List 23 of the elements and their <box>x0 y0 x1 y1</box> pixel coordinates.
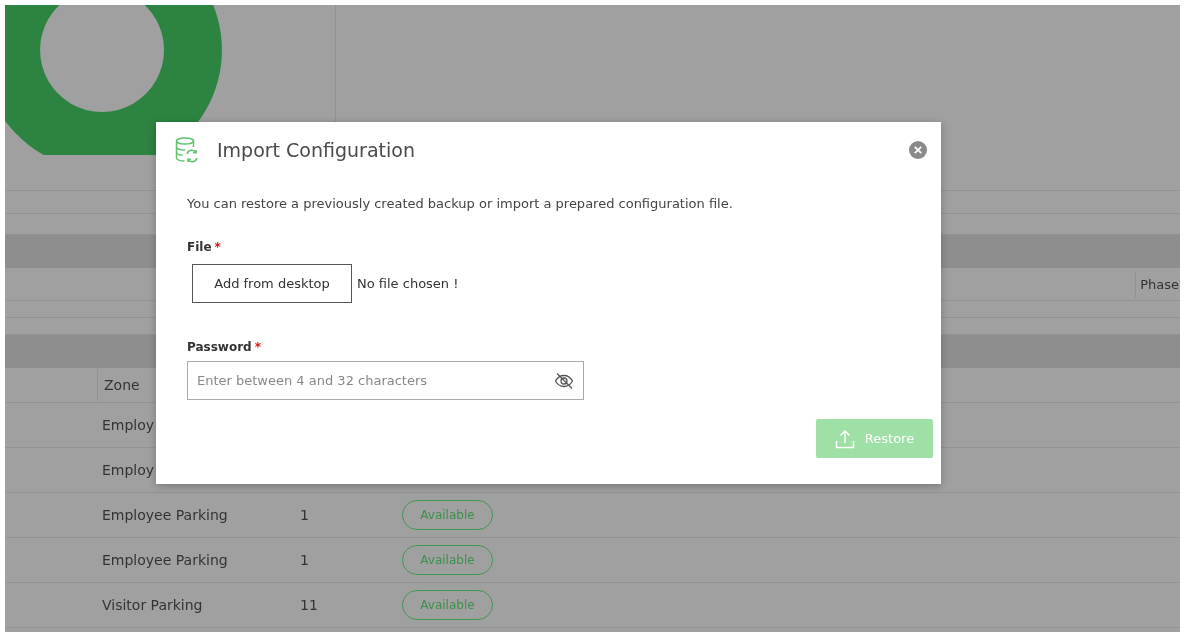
dialog-description: You can restore a previously created backup or import a prepared configuration file. <box>187 196 734 211</box>
dialog-title: Import Configuration <box>217 139 416 161</box>
add-file-button[interactable]: Add from desktop <box>192 264 352 303</box>
column-header: Phase <box>1135 270 1180 298</box>
database-sync-icon <box>175 137 199 163</box>
table-cell-text: Employ <box>102 417 156 433</box>
table-cell-text: 1 <box>300 552 310 568</box>
table-cell-text: Visitor Parking <box>102 597 204 613</box>
required-mark: * <box>254 340 261 354</box>
table-cell-text: Employee Parking <box>102 507 229 523</box>
table-cell-text: Employ <box>102 462 156 478</box>
eye-slash-icon[interactable] <box>554 372 574 390</box>
table-cell-text: 1 <box>300 507 310 523</box>
required-mark: * <box>214 240 221 254</box>
password-field[interactable]: Enter between 4 and 32 characters <box>187 361 584 400</box>
field-label: File <box>187 240 212 254</box>
close-button[interactable] <box>909 141 927 159</box>
table-cell-text: 11 <box>300 597 319 613</box>
upload-icon <box>834 428 855 449</box>
field-label: Password <box>187 340 252 354</box>
column-header: Zone <box>97 369 146 401</box>
file-status: No file chosen ! <box>357 276 459 291</box>
table-cell-text: Employee Parking <box>102 552 229 568</box>
